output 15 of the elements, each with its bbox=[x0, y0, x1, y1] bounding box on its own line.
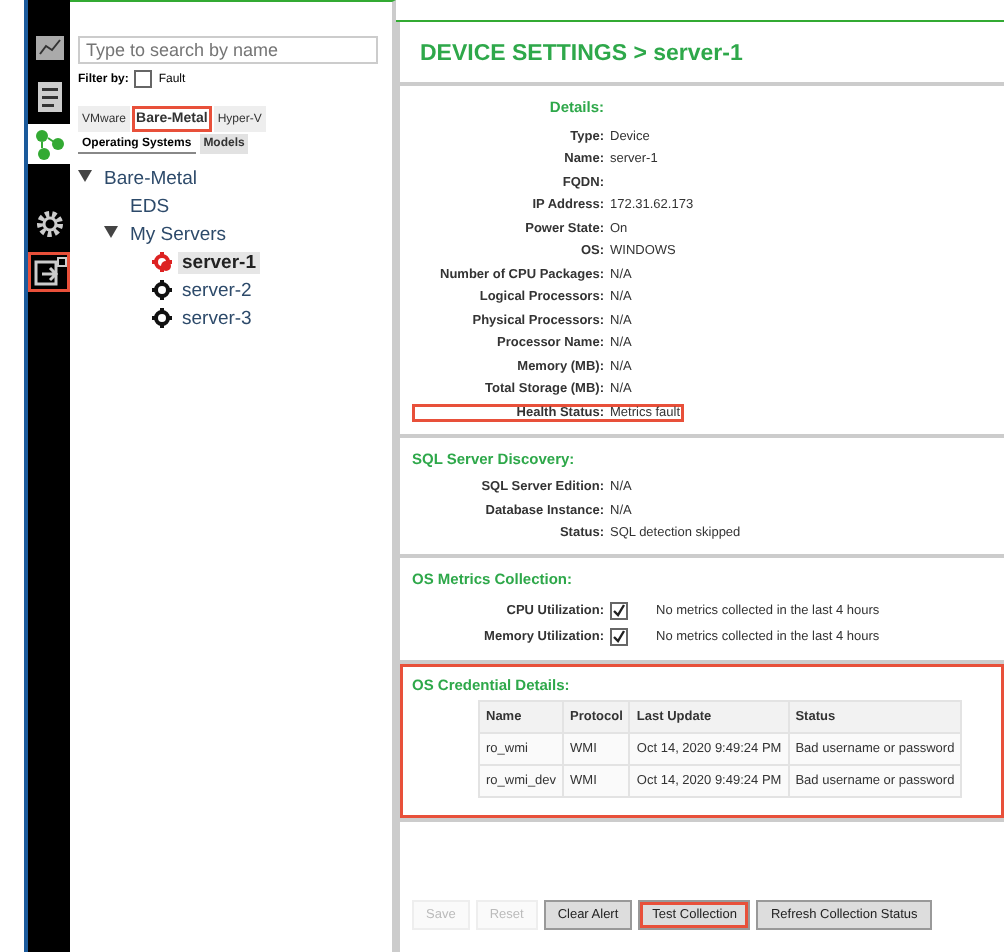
checkbox[interactable] bbox=[610, 628, 628, 646]
tree-item[interactable]: server-3 bbox=[178, 307, 256, 329]
search-field[interactable]: Type to search by name bbox=[78, 36, 378, 64]
expand-arrow-icon[interactable] bbox=[78, 170, 94, 186]
checkbox[interactable] bbox=[610, 601, 628, 619]
tree-item[interactable]: EDS bbox=[126, 195, 174, 217]
page-title: DEVICE SETTINGS > server-1 bbox=[396, 22, 1004, 86]
tree-item[interactable]: server-1 bbox=[178, 251, 260, 273]
tree-item[interactable]: server-2 bbox=[178, 279, 256, 301]
nodes-icon[interactable] bbox=[28, 124, 70, 164]
tree-item[interactable]: My Servers bbox=[126, 223, 231, 245]
expand-arrow-icon[interactable] bbox=[104, 226, 120, 242]
tree-item[interactable]: Bare-Metal bbox=[100, 167, 201, 189]
checkbox[interactable] bbox=[134, 70, 153, 88]
exit-icon[interactable] bbox=[28, 252, 70, 292]
